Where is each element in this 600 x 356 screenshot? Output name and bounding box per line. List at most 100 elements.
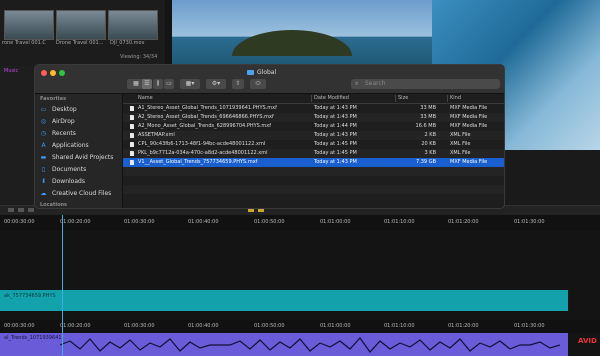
zoom-button[interactable] [59, 70, 65, 76]
file-name: PKL_b9c7712a-034a-470c-a8d2-acde48001122… [138, 150, 268, 156]
sidebar-item-shared-avid-projects[interactable]: ▬ Shared Avid Projects [40, 152, 120, 163]
video-track-clip[interactable] [0, 290, 568, 311]
file-row[interactable]: PKL_b9c7712a-034a-470c-a8d2-acde48001122… [123, 149, 504, 158]
file-icon [130, 151, 134, 156]
file-row-selected[interactable]: V1__Asset_Global_Trends_757734659.PHYS.m… [123, 158, 504, 167]
file-kind: MXF Media File [450, 123, 488, 129]
file-kind: XML File [450, 141, 471, 147]
sidebar-item-label: Recents [52, 130, 76, 137]
sidebar-item-label: AirDrop [52, 118, 75, 125]
sidebar-item-creative-cloud-files[interactable]: ☁ Creative Cloud Files [40, 188, 120, 199]
folder-icon [247, 70, 254, 75]
action-gear-icon[interactable]: ⚙▾ [206, 79, 226, 89]
file-kind: MXF Media File [450, 114, 488, 120]
favorites-heading: Favorites [40, 96, 67, 102]
project-panel [0, 66, 36, 206]
file-name: A1_Stereo_Asset_Global_Trends_1071939641… [138, 105, 277, 111]
sidebar-item-documents[interactable]: ▯ Documents [40, 164, 120, 175]
timecode-label: 01:01:10:00 [384, 323, 415, 329]
clip-thumbnail[interactable] [56, 10, 106, 40]
column-view-icon[interactable]: ⫼ [153, 79, 163, 89]
timecode-label: 01:01:30:00 [514, 323, 545, 329]
audio-clip-label: al_Trends_1071939641 [4, 335, 62, 341]
group-by-icon[interactable]: ▦▾ [180, 79, 200, 89]
timecode-label: 01:00:40:00 [188, 323, 219, 329]
timecode-label: 01:00:20:00 [60, 323, 91, 329]
file-date: Today at 1:44 PM [314, 123, 357, 129]
window-title: Global [257, 69, 277, 76]
file-kind: MXF Media File [450, 105, 488, 111]
column-header-size[interactable]: Size [398, 95, 408, 101]
tag-icon[interactable]: ⬭ [250, 79, 266, 89]
file-name: A2_Stereo_Asset_Global_Trends_696646866.… [138, 114, 274, 120]
timecode-label: 01:00:50:00 [254, 219, 285, 225]
column-header-name[interactable]: Name [138, 95, 153, 101]
file-row[interactable]: A1_Stereo_Asset_Global_Trends_1071939641… [123, 104, 504, 113]
list-view-icon[interactable]: ☰ [142, 79, 152, 89]
bin-panel: rone Travel 001.C Drone Travel 001... DJ… [0, 0, 165, 66]
file-size: 20 KB [421, 141, 436, 147]
sidebar-item-label: Documents [52, 166, 87, 173]
sidebar-item-airdrop[interactable]: ◎ AirDrop [40, 116, 120, 127]
file-row[interactable]: ASSETMAP.xml Today at 1:43 PM 2 KB XML F… [123, 131, 504, 140]
file-row[interactable]: CPL_90c43fb6-1713-48f1-94bc-acde48001122… [123, 140, 504, 149]
file-size: 33 MB [420, 114, 436, 120]
timecode-label: 01:00:40:00 [188, 219, 219, 225]
source-monitor[interactable] [172, 0, 432, 66]
sidebar-item-downloads[interactable]: ⬇ Downloads [40, 176, 120, 187]
minimize-button[interactable] [50, 70, 56, 76]
clip-label: rone Travel 001.C [2, 40, 46, 46]
timecode-label: 01:01:00:00 [320, 219, 351, 225]
search-icon: ⌕ [355, 80, 359, 87]
timeline-tool-button[interactable] [8, 208, 14, 212]
empty-row [123, 185, 504, 194]
timeline-tool-button[interactable] [28, 208, 34, 212]
file-list: Name Date Modified Size Kind A1_Stereo_A… [123, 94, 504, 208]
file-size: 16.6 MB [415, 123, 436, 129]
sidebar-item-applications[interactable]: A Applications [40, 140, 120, 151]
column-divider[interactable] [395, 95, 396, 102]
file-date: Today at 1:43 PM [314, 159, 357, 165]
file-size: 3 KB [424, 150, 436, 156]
timecode-label: 00:00:30:00 [4, 323, 35, 329]
file-kind: MXF Media File [450, 159, 488, 165]
clip-label: Drone Travel 001... [56, 40, 104, 46]
column-header-date[interactable]: Date Modified [314, 95, 349, 101]
sidebar-item-label: Shared Avid Projects [52, 154, 114, 161]
avid-logo: AVID [578, 337, 597, 345]
gallery-view-icon[interactable]: ▭ [164, 79, 174, 89]
file-icon [130, 133, 134, 138]
viewing-count: Viewing: 34/34 [120, 54, 158, 60]
clip-thumbnail[interactable] [4, 10, 54, 40]
search-field[interactable]: ⌕ Search [351, 79, 500, 89]
clock-icon: ◷ [40, 129, 47, 137]
file-icon [130, 160, 134, 165]
close-button[interactable] [41, 70, 47, 76]
cloud-icon: ☁ [40, 189, 47, 197]
file-row[interactable]: A2_Stereo_Asset_Global_Trends_696646866.… [123, 113, 504, 122]
finder-sidebar: Favorites ▭ Desktop ◎ AirDrop ◷ Recents A Ap… [35, 94, 123, 208]
share-icon[interactable]: ⇧ [232, 79, 244, 89]
icon-view-icon[interactable]: ▦ [131, 79, 141, 89]
file-row[interactable]: A2_Mono_Asset_Global_Trends_628996704.PH… [123, 122, 504, 131]
sidebar-item-recents[interactable]: ◷ Recents [40, 128, 120, 139]
music-tab[interactable]: Music [4, 68, 18, 74]
timeline-tool-button[interactable] [18, 208, 24, 212]
timecode-label: 01:00:30:00 [124, 323, 155, 329]
sidebar-item-label: Applications [52, 142, 89, 149]
playhead[interactable] [62, 215, 63, 356]
audio-waveform [60, 337, 560, 353]
file-date: Today at 1:45 PM [314, 150, 357, 156]
timecode-label: 01:01:00:00 [320, 323, 351, 329]
column-divider[interactable] [311, 95, 312, 102]
column-divider[interactable] [447, 95, 448, 102]
column-header-kind[interactable]: Kind [450, 95, 461, 101]
file-kind: XML File [450, 150, 471, 156]
file-size: 2 KB [424, 132, 436, 138]
folder-icon: ▬ [40, 153, 47, 161]
airdrop-icon: ◎ [40, 117, 47, 125]
file-icon [130, 115, 134, 120]
sidebar-item-desktop[interactable]: ▭ Desktop [40, 104, 120, 115]
file-date: Today at 1:43 PM [314, 105, 357, 111]
clip-thumbnail[interactable] [108, 10, 158, 40]
